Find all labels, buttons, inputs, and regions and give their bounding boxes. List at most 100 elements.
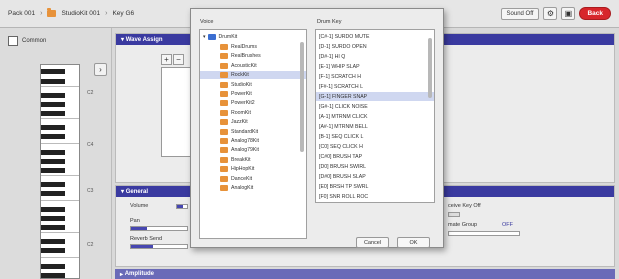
volume-label: Volume <box>130 203 149 209</box>
key-item[interactable]: [D#-1] HI Q <box>316 52 434 61</box>
key-item[interactable]: [F#-1] SCRATCH L <box>316 82 434 91</box>
tree-item[interactable]: AnalogKit <box>200 184 306 192</box>
key-item[interactable]: [D#0] BRUSH SLAP <box>316 172 434 181</box>
amplitude-title: Amplitude <box>124 271 155 277</box>
black-key[interactable] <box>41 102 65 107</box>
common-row[interactable]: Common <box>8 36 46 46</box>
reverb-send-slider[interactable] <box>130 244 188 249</box>
left-pane: Common C2 C4 C3 C2 › <box>0 28 112 279</box>
key-item[interactable]: [B-1] SEQ CLICK L <box>316 132 434 141</box>
folder-icon <box>220 62 228 69</box>
tree-item[interactable]: DanceKit <box>200 175 306 183</box>
wave-assign-title: Wave Assign <box>125 36 163 43</box>
folder-icon <box>220 53 228 60</box>
black-key[interactable] <box>41 225 65 230</box>
tree-item[interactable]: RealDrums <box>200 43 306 51</box>
key-item[interactable]: [E0] BRSH TP SWRL <box>316 182 434 191</box>
tree-root-drumkit[interactable]: ▾ DrumKit <box>200 33 306 41</box>
key-item[interactable]: [E-1] WHIP SLAP <box>316 62 434 71</box>
key-item[interactable]: [C0] SEQ CLICK H <box>316 142 434 151</box>
black-key[interactable] <box>41 207 65 212</box>
amplitude-panel: ▸ Amplitude <box>115 269 615 279</box>
key-item-selected[interactable]: [G-1] FINGER SNAP <box>316 92 434 101</box>
black-key[interactable] <box>41 168 65 173</box>
key-item[interactable]: [C#0] BRUSH TAP <box>316 152 434 161</box>
key-item[interactable]: [F-1] SCRATCH H <box>316 72 434 81</box>
black-key[interactable] <box>41 216 65 221</box>
folder-icon <box>47 8 57 17</box>
folder-icon <box>220 185 228 191</box>
tree-item[interactable]: Analog78Kit <box>200 137 306 145</box>
black-key[interactable] <box>41 125 65 130</box>
tree-item[interactable]: StudioKit <box>200 81 306 89</box>
black-key[interactable] <box>41 248 65 253</box>
breadcrumb-kit[interactable]: StudioKit 001 <box>61 10 100 17</box>
receive-key-off-toggle[interactable] <box>448 212 460 217</box>
key-list-scrollbar[interactable] <box>428 38 432 98</box>
expand-arrow-button[interactable]: › <box>94 63 107 76</box>
tree-item[interactable]: Analog79Kit <box>200 146 306 154</box>
black-key[interactable] <box>41 150 65 155</box>
black-key[interactable] <box>41 182 65 187</box>
remove-wave-button[interactable]: − <box>173 54 184 65</box>
tree-item[interactable]: StandardKit <box>200 128 306 136</box>
octave-label: C2 <box>87 242 94 248</box>
voice-select-dialog: Voice Drum Key ▾ DrumKit RealDrums RealB… <box>190 8 444 248</box>
tree-item[interactable]: JazzKit <box>200 118 306 126</box>
sound-off-button[interactable]: Sound Off <box>500 7 540 20</box>
tree-item[interactable]: BreakKit <box>200 156 306 164</box>
key-item[interactable]: [D0] BRUSH SWIRL <box>316 162 434 171</box>
key-item[interactable]: [C#-1] SURDO MUTE <box>316 32 434 41</box>
cancel-button[interactable]: Cancel <box>356 237 389 248</box>
tree-item[interactable]: RealBrushes <box>200 52 306 60</box>
tree-item[interactable]: PowerKit2 <box>200 99 306 107</box>
key-item[interactable]: [D-1] SURDO OPEN <box>316 42 434 51</box>
pan-label: Pan <box>130 218 140 224</box>
black-key[interactable] <box>41 264 65 269</box>
key-item[interactable]: [G#-1] CLICK NOISE <box>316 102 434 111</box>
mute-group-label: mate Group <box>448 222 478 228</box>
black-key[interactable] <box>41 69 65 74</box>
black-key[interactable] <box>41 273 65 278</box>
volume-slider[interactable] <box>176 204 188 209</box>
key-item[interactable]: [A-1] MTRNM CLICK <box>316 112 434 121</box>
folder-icon <box>220 156 228 163</box>
tree-item[interactable]: HipHopKit <box>200 165 306 173</box>
black-key[interactable] <box>41 191 65 196</box>
white-key-divider <box>41 257 79 258</box>
white-key-divider <box>41 175 79 176</box>
black-key[interactable] <box>41 93 65 98</box>
tree-item[interactable]: AcousticKit <box>200 62 306 70</box>
save-disk-icon[interactable]: ▣ <box>561 7 576 20</box>
keyboard[interactable] <box>40 64 80 279</box>
black-key[interactable] <box>41 111 65 116</box>
common-list-icon <box>8 36 18 46</box>
tree-item[interactable]: PowerKit <box>200 90 306 98</box>
folder-icon <box>220 138 228 144</box>
folder-icon <box>207 34 216 40</box>
tree-item[interactable]: RoomKit <box>200 109 306 117</box>
pan-slider[interactable] <box>130 226 188 231</box>
tree-item-selected[interactable]: RockKit <box>200 71 306 80</box>
octave-label: C3 <box>87 188 94 194</box>
mute-group-slider[interactable] <box>448 231 520 236</box>
ok-button[interactable]: OK <box>397 237 430 248</box>
key-item[interactable]: [A#-1] MTRNM BELL <box>316 122 434 131</box>
receive-key-off-label: ceive Key Off <box>448 203 481 209</box>
general-title: General <box>125 188 149 195</box>
breadcrumb-pack[interactable]: Pack 001 <box>8 10 35 17</box>
black-key[interactable] <box>41 134 65 139</box>
tree-scrollbar[interactable] <box>300 42 304 152</box>
back-button[interactable]: Back <box>579 7 611 20</box>
settings-gear-icon[interactable]: ⚙ <box>543 7 558 20</box>
black-key[interactable] <box>41 239 65 244</box>
mute-group-value[interactable]: OFF <box>502 222 513 228</box>
folder-icon <box>220 128 228 135</box>
key-item[interactable]: [F0] SNR ROLL ROC <box>316 192 434 201</box>
add-wave-button[interactable]: + <box>161 54 172 65</box>
volume-slider-fill <box>177 205 183 208</box>
black-key[interactable] <box>41 159 65 164</box>
folder-icon <box>220 91 228 97</box>
amplitude-header[interactable]: ▸ Amplitude <box>115 269 615 279</box>
black-key[interactable] <box>41 79 65 84</box>
